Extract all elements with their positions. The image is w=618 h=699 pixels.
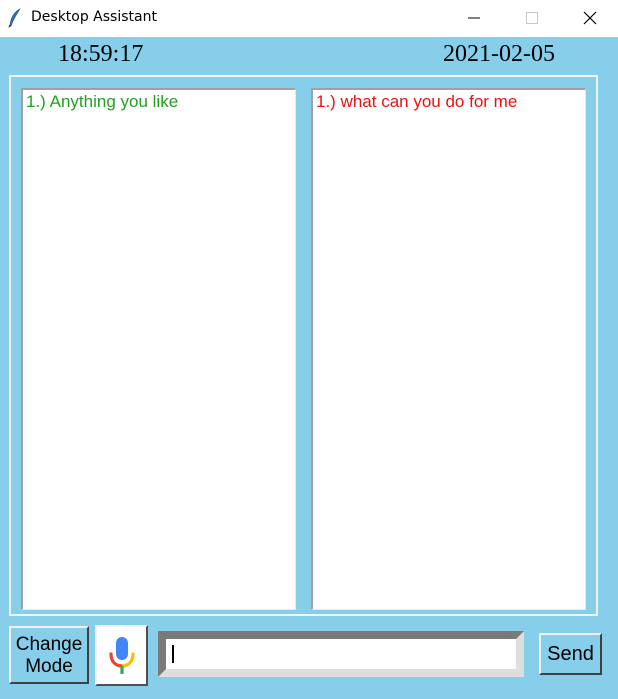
close-icon	[583, 11, 597, 25]
message-input[interactable]	[170, 643, 512, 665]
maximize-icon	[526, 12, 538, 24]
message-entry-frame	[158, 631, 524, 677]
send-button[interactable]: Send	[539, 633, 602, 675]
list-item: 1.) Anything you like	[26, 92, 179, 111]
change-mode-label-line1: Change	[15, 634, 83, 655]
title-bar: Desktop Assistant	[0, 0, 618, 37]
maximize-button[interactable]	[503, 0, 561, 37]
change-mode-label-line2: Mode	[25, 656, 73, 677]
change-mode-button[interactable]: Change Mode	[9, 626, 89, 684]
list-item: 1.) what can you do for me	[316, 92, 518, 111]
microphone-icon	[109, 637, 135, 674]
minimize-icon	[468, 17, 480, 19]
clock-date: 2021-02-05	[443, 41, 555, 67]
clock-time: 18:59:17	[58, 41, 144, 67]
window-title: Desktop Assistant	[31, 9, 157, 25]
user-query-panel[interactable]: 1.) what can you do for me	[311, 88, 586, 610]
feather-icon	[8, 8, 22, 28]
microphone-button[interactable]	[95, 625, 148, 686]
minimize-button[interactable]	[445, 0, 503, 37]
close-button[interactable]	[561, 0, 618, 37]
desktop-assistant-window: Desktop Assistant 18:59:17 2021-02-05 1.…	[0, 0, 618, 699]
assistant-response-panel[interactable]: 1.) Anything you like	[21, 88, 296, 610]
text-caret	[172, 645, 174, 663]
